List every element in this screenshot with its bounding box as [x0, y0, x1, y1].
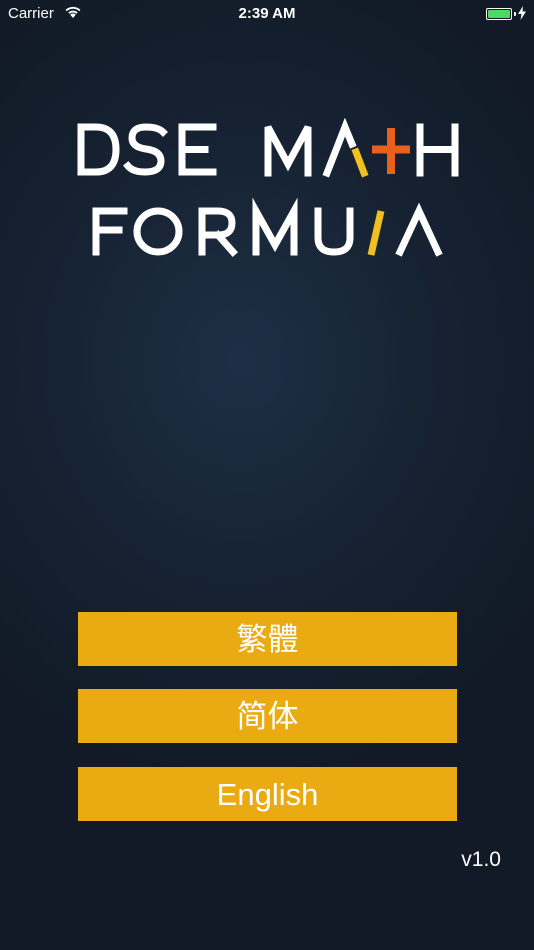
- simplified-chinese-button[interactable]: 简体: [78, 689, 457, 743]
- traditional-chinese-button[interactable]: 繁體: [78, 612, 457, 666]
- battery-icon: [486, 8, 516, 20]
- app-logo: [77, 118, 459, 257]
- plus-icon: [372, 128, 410, 174]
- slash-icon: [367, 210, 385, 256]
- status-time: 2:39 AM: [238, 5, 296, 22]
- simplified-chinese-label: 简体: [236, 698, 299, 734]
- english-button[interactable]: English: [78, 767, 457, 821]
- traditional-chinese-label: 繁體: [236, 621, 299, 657]
- charging-bolt-icon: [518, 6, 526, 20]
- version-label: v1.0: [461, 848, 501, 871]
- status-bar: Carrier 2:39 AM: [0, 0, 534, 28]
- english-label: English: [216, 776, 319, 812]
